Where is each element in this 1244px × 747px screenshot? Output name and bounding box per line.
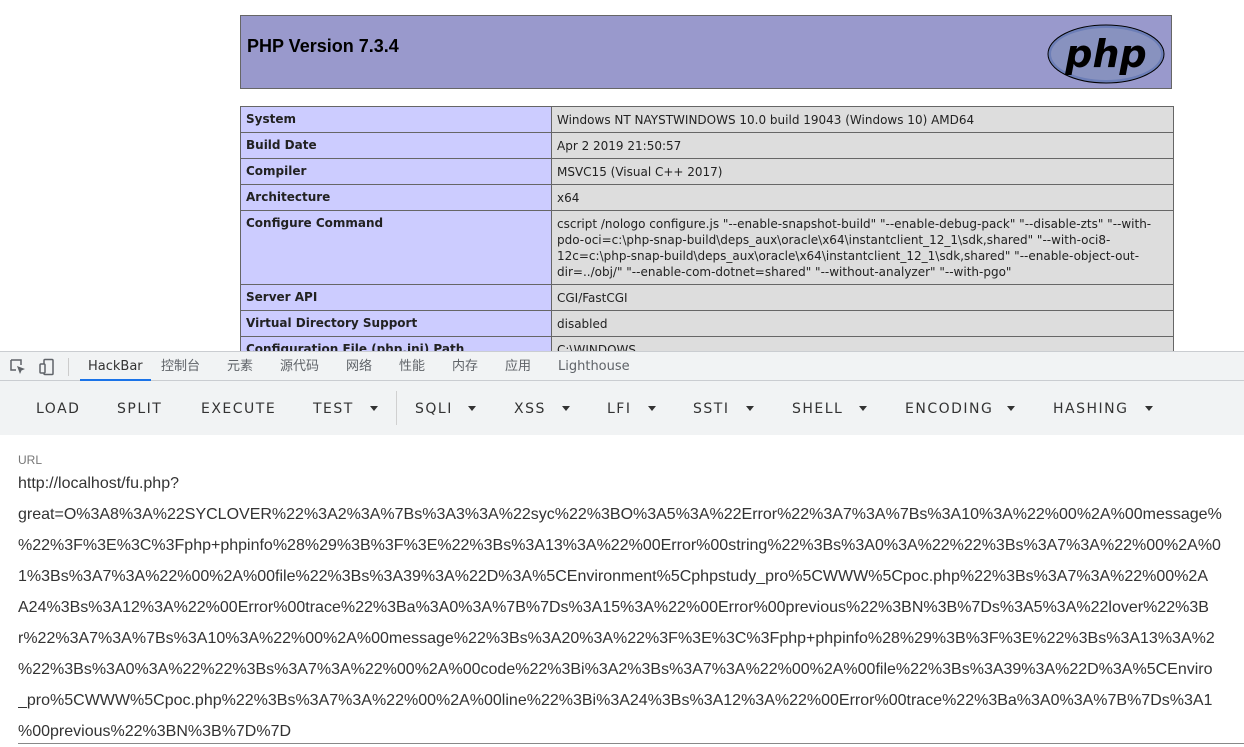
- xss-menu-button[interactable]: XSS: [514, 381, 546, 435]
- toolbar-divider: [396, 391, 397, 425]
- tab-console[interactable]: 控制台: [153, 352, 208, 381]
- info-key: Server API: [240, 284, 552, 311]
- url-line: r%22%3A7%3A%7Bs%3A10%3A%22%00%2A%00messa…: [18, 630, 1215, 647]
- info-value: C:\WINDOWS: [551, 336, 1174, 351]
- table-row: Build Date Apr 2 2019 21:50:57: [240, 132, 1174, 159]
- table-row: Compiler MSVC15 (Visual C++ 2017): [240, 158, 1174, 185]
- url-line: %22%3F%3E%3C%3Fphp+phpinfo%28%29%3B%3F%3…: [18, 537, 1221, 554]
- url-line: %22%3Bs%3A0%3A%22%22%3Bs%3A7%3A%22%00%2A…: [18, 661, 1213, 678]
- url-line: A24%3Bs%3A12%3A%22%00Error%00trace%22%3B…: [18, 599, 1209, 616]
- phpinfo-header: PHP Version 7.3.4 php: [240, 15, 1172, 89]
- tab-memory[interactable]: 内存: [444, 352, 486, 381]
- devtools-tabbar: HackBar 控制台 元素 源代码 网络 性能 内存 应用 Lighthous…: [0, 351, 1244, 381]
- tab-network[interactable]: 网络: [338, 352, 380, 381]
- encoding-menu-button[interactable]: ENCODING: [905, 381, 993, 435]
- chevron-down-icon[interactable]: [562, 406, 570, 411]
- url-line: http://localhost/fu.php?: [18, 475, 179, 492]
- info-value: MSVC15 (Visual C++ 2017): [551, 158, 1174, 185]
- chevron-down-icon[interactable]: [859, 406, 867, 411]
- split-button[interactable]: SPLIT: [117, 381, 162, 435]
- tab-hackbar[interactable]: HackBar: [80, 352, 151, 381]
- info-value: Windows NT NAYSTWINDOWS 10.0 build 19043…: [551, 106, 1174, 133]
- info-key: System: [240, 106, 552, 133]
- phpinfo-table: System Windows NT NAYSTWINDOWS 10.0 build…: [240, 106, 1174, 351]
- chevron-down-icon[interactable]: [370, 406, 378, 411]
- table-row: Architecture x64: [240, 184, 1174, 211]
- url-textarea[interactable]: http://localhost/fu.php? great=O%3A8%3A%2…: [18, 468, 1244, 747]
- table-row: Configure Command cscript /nologo configu…: [240, 210, 1174, 285]
- info-value: x64: [551, 184, 1174, 211]
- inspect-element-icon[interactable]: [9, 358, 27, 376]
- shell-menu-button[interactable]: SHELL: [792, 381, 843, 435]
- hashing-menu-button[interactable]: HASHING: [1053, 381, 1128, 435]
- test-menu-button[interactable]: TEST: [313, 381, 354, 435]
- url-label: URL: [18, 453, 43, 467]
- php-logo: php: [1047, 24, 1165, 84]
- info-key: Configuration File (php.ini) Path: [240, 336, 552, 351]
- info-value: disabled: [551, 310, 1174, 337]
- chevron-down-icon[interactable]: [468, 406, 476, 411]
- tab-performance[interactable]: 性能: [391, 352, 433, 381]
- table-row: System Windows NT NAYSTWINDOWS 10.0 build…: [240, 106, 1174, 133]
- url-line: _pro%5CWWW%5Cpoc.php%22%3Bs%3A7%3A%22%00…: [18, 692, 1213, 709]
- chevron-down-icon[interactable]: [1145, 406, 1153, 411]
- chevron-down-icon[interactable]: [746, 406, 754, 411]
- tab-sources[interactable]: 源代码: [272, 352, 327, 381]
- devtools-panel: HackBar 控制台 元素 源代码 网络 性能 内存 应用 Lighthous…: [0, 351, 1244, 746]
- tab-elements[interactable]: 元素: [219, 352, 261, 381]
- ssti-menu-button[interactable]: SSTI: [693, 381, 729, 435]
- php-version-title: PHP Version 7.3.4: [247, 36, 399, 56]
- toolbar-divider: [68, 358, 69, 376]
- table-row: Virtual Directory Support disabled: [240, 310, 1174, 337]
- info-key: Compiler: [240, 158, 552, 185]
- device-toolbar-icon[interactable]: [38, 358, 56, 376]
- chevron-down-icon[interactable]: [1007, 406, 1015, 411]
- lfi-menu-button[interactable]: LFI: [607, 381, 631, 435]
- hackbar-toolbar: LOAD SPLIT EXECUTE TEST SQLI XSS LFI SST…: [0, 381, 1244, 435]
- load-button[interactable]: LOAD: [36, 381, 80, 435]
- info-key: Architecture: [240, 184, 552, 211]
- tab-application[interactable]: 应用: [497, 352, 539, 381]
- table-row: Server API CGI/FastCGI: [240, 284, 1174, 311]
- sqli-menu-button[interactable]: SQLI: [415, 381, 453, 435]
- info-key: Build Date: [240, 132, 552, 159]
- url-field-underline: [18, 743, 1244, 744]
- info-value: cscript /nologo configure.js "--enable-s…: [551, 210, 1174, 285]
- table-row: Configuration File (php.ini) Path C:\WIND…: [240, 336, 1174, 351]
- info-key: Virtual Directory Support: [240, 310, 552, 337]
- url-line: great=O%3A8%3A%22SYCLOVER%22%3A2%3A%7Bs%…: [18, 506, 1222, 523]
- php-logo-text: php: [1064, 32, 1146, 76]
- info-key: Configure Command: [240, 210, 552, 285]
- info-value: Apr 2 2019 21:50:57: [551, 132, 1174, 159]
- phpinfo-page: PHP Version 7.3.4 php System Windows NT N…: [0, 0, 1244, 351]
- chevron-down-icon[interactable]: [648, 406, 656, 411]
- tab-lighthouse[interactable]: Lighthouse: [550, 352, 638, 381]
- execute-button[interactable]: EXECUTE: [201, 381, 276, 435]
- info-value: CGI/FastCGI: [551, 284, 1174, 311]
- url-line: 1%3Bs%3A7%3A%22%00%2A%00file%22%3Bs%3A39…: [18, 568, 1208, 585]
